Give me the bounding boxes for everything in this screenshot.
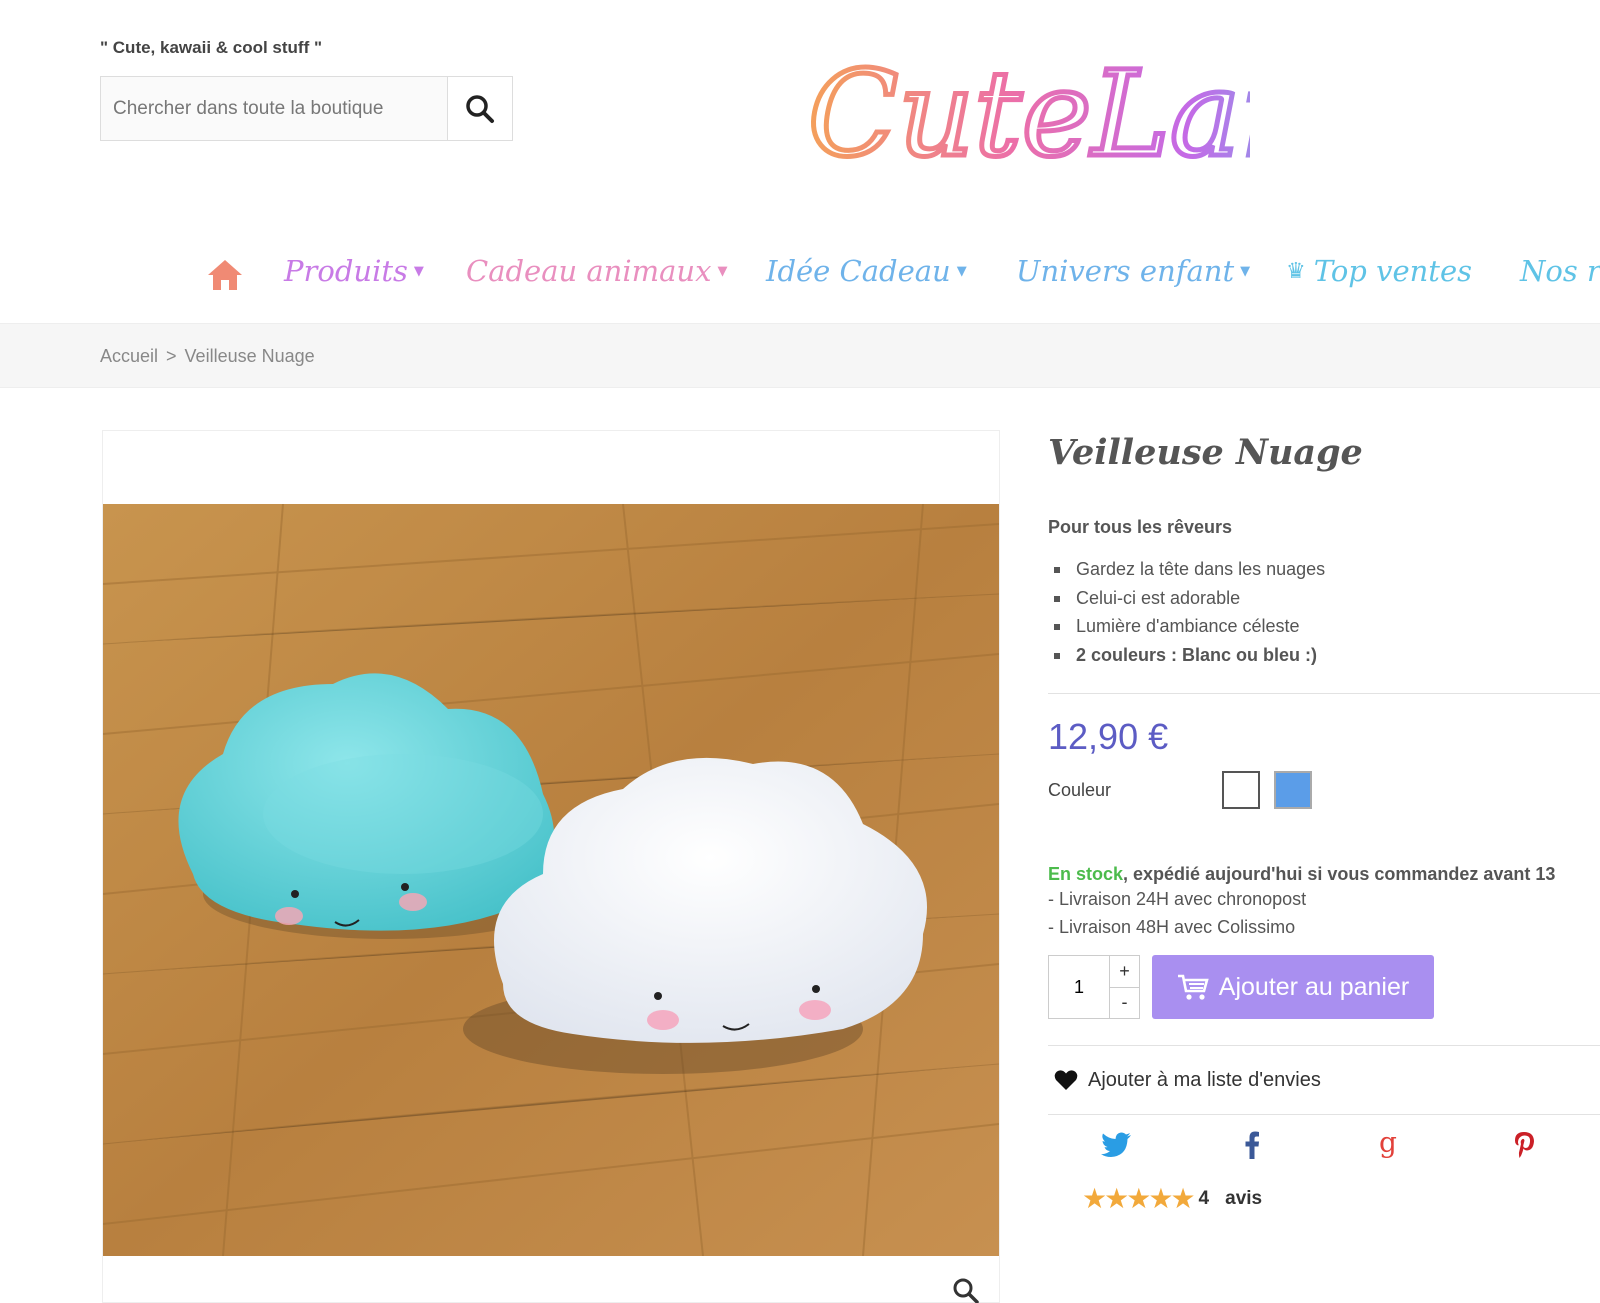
feature-item: 2 couleurs : Blanc ou bleu :) [1048, 641, 1600, 670]
rating-count: 4 [1198, 1188, 1210, 1209]
nav-item-label: Univers enfant [1016, 254, 1235, 288]
breadcrumb-home[interactable]: Accueil [100, 346, 158, 367]
search-bar [100, 76, 513, 141]
add-to-cart-button[interactable]: Ajouter au panier [1152, 955, 1434, 1019]
product-subtitle: Pour tous les rêveurs [1048, 517, 1233, 537]
quantity-buttons: + - [1109, 956, 1139, 1018]
chevron-down-icon: ▼ [1240, 263, 1251, 279]
add-to-cart-label: Ajouter au panier [1218, 972, 1410, 1001]
nav-item-label: Produits [284, 254, 408, 288]
feature-list: Gardez la tête dans les nuages Celui-ci … [1048, 555, 1600, 669]
color-swatch-white[interactable] [1222, 771, 1260, 809]
share-facebook-button[interactable] [1184, 1131, 1320, 1159]
color-swatch-blue[interactable] [1274, 771, 1312, 809]
tagline: " Cute, kawaii & cool stuff " [100, 38, 323, 57]
wishlist-label: Ajouter à ma liste d'envies [1088, 1068, 1321, 1091]
nav-item-top-ventes[interactable]: ♛ Top ventes [1286, 254, 1472, 288]
quantity-increase-button[interactable]: + [1110, 956, 1139, 988]
wishlist-button[interactable]: Ajouter à ma liste d'envies [1048, 1046, 1600, 1114]
heart-icon [1054, 1070, 1078, 1090]
svg-text:g: g [1379, 1130, 1397, 1159]
nav-item-label: Cadeau animaux [466, 254, 712, 288]
search-input[interactable] [101, 77, 447, 140]
star-icon: ★ [1126, 1183, 1151, 1214]
star-icon: ★ [1170, 1183, 1195, 1214]
feature-item: Celui-ci est adorable [1048, 584, 1600, 613]
quantity-stepper: + - [1048, 955, 1140, 1019]
google-plus-icon: g [1379, 1130, 1397, 1159]
chevron-down-icon: ▼ [717, 263, 728, 279]
social-share: g [1048, 1115, 1600, 1175]
nav-item-label: Top ventes [1313, 254, 1472, 288]
search-button[interactable] [447, 77, 512, 140]
site-logo[interactable]: CuteLand [800, 30, 1395, 200]
star-icon: ★ [1104, 1183, 1129, 1214]
shipping-option: - Livraison 24H avec chronopost [1048, 889, 1307, 909]
stock-status: En stock, expédié aujourd'hui si vous co… [1048, 864, 1600, 885]
pinterest-icon [1515, 1132, 1534, 1158]
divider [1048, 693, 1600, 694]
product-image[interactable] [103, 504, 999, 1256]
color-selector: Couleur [1048, 770, 1600, 810]
feature-item: Gardez la tête dans les nuages [1048, 555, 1600, 584]
breadcrumb-current: Veilleuse Nuage [184, 346, 315, 366]
breadcrumb-bar: Accueil > Veilleuse Nuage [0, 323, 1600, 388]
zoom-icon[interactable] [951, 1276, 981, 1303]
shipping-option: - Livraison 48H avec Colissimo [1048, 917, 1296, 937]
star-icon: ★ [1148, 1183, 1173, 1214]
crown-icon: ♛ [1286, 258, 1306, 284]
chevron-down-icon: ▼ [956, 263, 967, 279]
product-image-frame [102, 430, 1000, 1303]
color-label: Couleur [1048, 779, 1112, 800]
feature-item: Lumière d'ambiance céleste [1048, 612, 1600, 641]
facebook-icon [1245, 1131, 1259, 1159]
quantity-decrease-button[interactable]: - [1110, 988, 1139, 1019]
share-google-button[interactable]: g [1320, 1130, 1456, 1160]
share-pinterest-button[interactable] [1456, 1131, 1592, 1159]
nav-item-cadeau-animaux[interactable]: Cadeau animaux ▼ [466, 254, 727, 288]
in-stock-label: En stock [1048, 864, 1124, 884]
quantity-input[interactable] [1049, 956, 1109, 1018]
nav-item-label: Idée Cadeau [766, 254, 951, 288]
nav-item-univers-enfant[interactable]: Univers enfant ▼ [1016, 254, 1250, 288]
nav-home[interactable] [206, 258, 244, 292]
rating[interactable]: ★ ★ ★ ★ ★ 4 avis [1082, 1185, 1600, 1213]
product-title: Veilleuse Nuage [1048, 432, 1363, 473]
cart-icon [1177, 974, 1209, 1000]
star-icon: ★ [1082, 1183, 1107, 1214]
twitter-icon [1101, 1132, 1131, 1157]
rating-label: avis [1225, 1188, 1263, 1209]
stock-detail: , expédié aujourd'hui si vous commandez … [1123, 864, 1556, 884]
main-nav: Produits ▼ Cadeau animaux ▼ Idée Cadeau ▼ U… [0, 240, 1600, 320]
breadcrumb-separator: > [166, 346, 177, 366]
share-twitter-button[interactable] [1048, 1132, 1184, 1158]
nav-item-idee-cadeau[interactable]: Idée Cadeau ▼ [766, 254, 967, 288]
logo-text: CuteLand [808, 45, 1250, 183]
product-price: 12,90 € [1048, 716, 1169, 757]
product-info: Veilleuse Nuage Pour tous les rêveurs Ga… [1048, 430, 1600, 1213]
search-icon [466, 94, 494, 123]
home-icon [208, 260, 242, 290]
nav-item-nos[interactable]: Nos r [1520, 254, 1600, 288]
chevron-down-icon: ▼ [413, 263, 424, 279]
breadcrumb: Accueil > Veilleuse Nuage [100, 346, 315, 367]
add-to-cart-row: + - Ajouter au panier [1048, 955, 1600, 1019]
nav-item-label: Nos r [1520, 254, 1600, 288]
nav-item-produits[interactable]: Produits ▼ [284, 254, 424, 288]
